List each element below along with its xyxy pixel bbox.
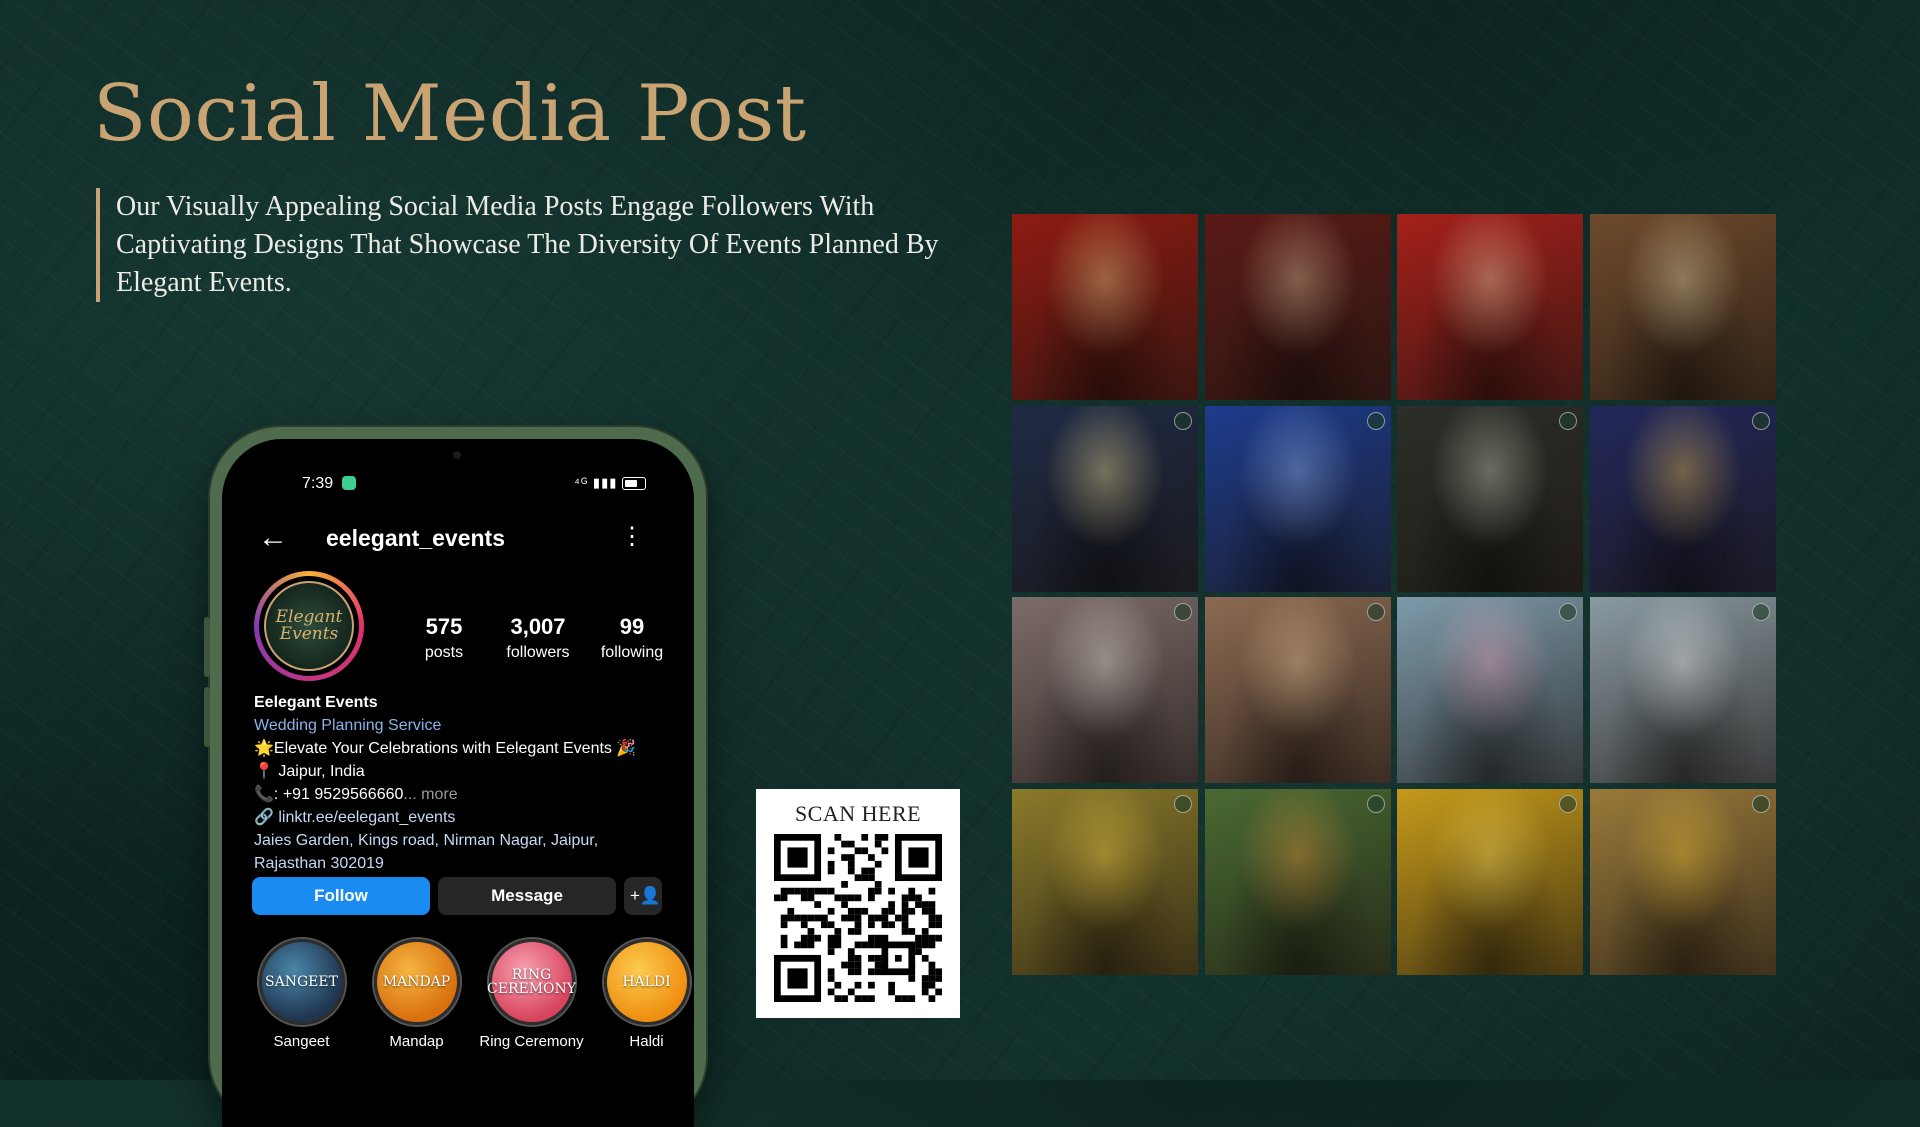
highlight-ring-ceremony[interactable]: RING CEREMONY Ring Ceremony: [474, 939, 589, 1050]
watermark-icon: [1751, 603, 1770, 621]
stat-following[interactable]: 99 following: [585, 614, 679, 662]
watermark-icon: [1559, 794, 1577, 813]
signal-text: ⁴ᴳ ▮▮▮: [574, 475, 618, 490]
watermark-icon: [1559, 603, 1577, 621]
watermark-icon: [1366, 603, 1385, 621]
post-white-drape-tent[interactable]: [1397, 405, 1583, 592]
highlight-label: Mandap: [389, 1033, 444, 1050]
follow-button[interactable]: Follow: [252, 877, 430, 915]
message-button[interactable]: Message: [438, 877, 616, 915]
phone-mockup: 7:39 ⁴ᴳ ▮▮▮ ← eelegant_events ⋮ Elegant …: [204, 427, 706, 1127]
phone-notch: [363, 439, 553, 473]
watermark-icon: [1174, 603, 1192, 621]
bio-phone-row: 📞: +91 9529566660... more: [254, 783, 674, 806]
profile-category: Wedding Planning Service: [254, 717, 442, 734]
highlight-sangeet[interactable]: SANGEET Sangeet: [244, 939, 359, 1050]
profile-username: eelegant_events: [326, 525, 505, 551]
qr-label: SCAN HERE: [794, 801, 922, 826]
slide-title: Social Media Post: [93, 69, 807, 159]
profile-name: Eelegant Events: [254, 694, 378, 711]
add-user-icon[interactable]: +👤: [624, 877, 662, 915]
highlight-label: Sangeet: [273, 1033, 330, 1050]
camera-icon: [453, 451, 461, 459]
post-marigold-terrace[interactable]: [1589, 788, 1776, 975]
watermark-icon: [1366, 411, 1385, 430]
post-hanging-lights-venue[interactable]: [1012, 405, 1198, 592]
stat-followers[interactable]: 3,007 followers: [491, 614, 585, 662]
back-arrow-icon[interactable]: ←: [258, 523, 288, 553]
post-shower-the-couple[interactable]: [1204, 788, 1391, 975]
bio-location: 📍 Jaipur, India: [254, 763, 365, 780]
watermark-icon: [1559, 411, 1577, 430]
slide-description: Our Visually Appealing Social Media Post…: [96, 188, 976, 302]
avatar-logo: Elegant Events: [264, 581, 354, 671]
bio-phone: 📞: +91 9529566660: [254, 786, 404, 803]
phone-side-button: [204, 617, 210, 677]
stat-following-count: 99: [619, 614, 645, 639]
post-haldi-yellow-setup[interactable]: [1012, 788, 1198, 975]
phone-side-button: [204, 687, 210, 747]
highlight-cover: RING CEREMONY: [487, 939, 576, 1025]
more-options-icon[interactable]: ⋮: [620, 523, 644, 551]
bio-address[interactable]: Jaies Garden, Kings road, Nirman Nagar, …: [254, 829, 674, 875]
stat-posts[interactable]: 575 posts: [397, 614, 491, 662]
bio-link[interactable]: 🔗 linktr.ee/eelegant_events: [254, 806, 674, 829]
profile-stats: 575 posts 3,007 followers 99 following: [397, 614, 679, 662]
stat-followers-count: 3,007: [510, 614, 566, 639]
watermark-icon: [1174, 411, 1192, 430]
qr-code-icon: [774, 834, 942, 1002]
post-crystal-chandelier-red[interactable]: [1397, 214, 1583, 400]
post-white-floral-arch-lake[interactable]: [1589, 597, 1776, 783]
post-couple-portrait[interactable]: [1204, 214, 1391, 400]
battery-icon: [622, 477, 646, 491]
highlight-cover: MANDAP: [373, 939, 460, 1025]
highlight-haldi[interactable]: HALDI Haldi: [589, 939, 694, 1050]
highlight-mandap[interactable]: MANDAP Mandap: [359, 939, 474, 1050]
stat-following-label: following: [600, 644, 664, 661]
post-welcome-board[interactable]: [1589, 405, 1776, 592]
stat-posts-label: posts: [424, 644, 464, 661]
highlight-cover: SANGEET: [258, 939, 345, 1025]
watermark-icon: [1751, 794, 1770, 813]
profile-avatar[interactable]: Elegant Events: [254, 571, 364, 681]
watermark-icon: [1174, 794, 1192, 813]
highlight-cover: HALDI: [603, 939, 690, 1025]
profile-actions: Follow Message +👤: [252, 877, 662, 915]
signal-icon: ⁴ᴳ ▮▮▮: [574, 475, 646, 491]
bio-line: 🌟Elevate Your Celebrations with Eelegant…: [254, 740, 637, 757]
profile-header: ← eelegant_events ⋮: [222, 519, 694, 559]
highlight-label: Ring Ceremony: [479, 1033, 584, 1050]
post-floral-canopy-pink[interactable]: [1397, 597, 1583, 783]
post-red-mandap-decor[interactable]: [1012, 214, 1198, 400]
post-grid: [1012, 214, 1776, 975]
post-sunset-mandap[interactable]: [1204, 597, 1391, 783]
story-highlights: SANGEET Sangeet MANDAP Mandap RING CEREM…: [244, 939, 694, 1050]
more-link[interactable]: ... more: [403, 786, 457, 803]
watermark-icon: [1751, 411, 1770, 430]
highlight-label: Haldi: [629, 1033, 664, 1050]
profile-bio: Eelegant Events Wedding Planning Service…: [254, 691, 674, 875]
notification-icon: [342, 476, 356, 490]
post-outdoor-lounge-setup[interactable]: [1589, 214, 1776, 400]
post-yellow-drape-sofa[interactable]: [1397, 788, 1583, 975]
stat-posts-count: 575: [425, 614, 463, 639]
watermark-icon: [1366, 794, 1385, 813]
qr-card[interactable]: SCAN HERE: [756, 789, 960, 1018]
avatar-frame: Elegant Events: [259, 576, 359, 676]
stat-followers-label: followers: [506, 644, 570, 661]
phone-screen: 7:39 ⁴ᴳ ▮▮▮ ← eelegant_events ⋮ Elegant …: [222, 439, 694, 1127]
post-lakeside-floral-mandap[interactable]: [1012, 597, 1198, 783]
post-blue-lit-gate[interactable]: [1204, 405, 1391, 592]
status-time: 7:39: [302, 475, 334, 492]
